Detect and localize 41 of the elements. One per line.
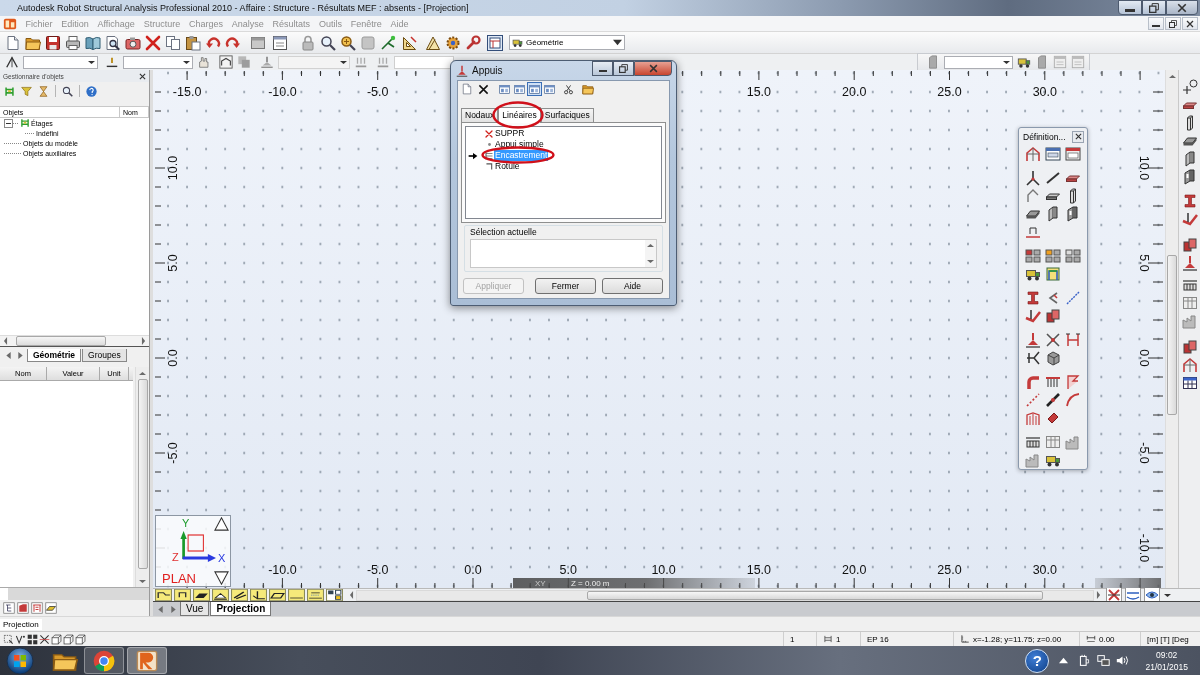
status-field: 1 (790, 634, 795, 644)
ruler-label: -5.0 (366, 85, 389, 99)
ruler-label: 15.0 (746, 85, 772, 99)
status-field: 0.00 (1099, 634, 1115, 644)
ruler-label: 30.0 (1032, 85, 1057, 99)
ruler-label: 25.0 (937, 563, 962, 577)
ruler-label: -15.0 (172, 85, 202, 99)
palette-title: Définition... (1023, 131, 1066, 142)
ruler-label: 30.0 (1032, 563, 1057, 577)
ruler-label: 10.0 (651, 563, 676, 577)
ruler-label: 5.0 (559, 563, 577, 577)
ruler-label: 0.0 (166, 349, 180, 367)
status-field: 1 (836, 634, 841, 644)
ruler-label: 5.0 (1137, 254, 1151, 272)
ruler-label: -10.0 (268, 85, 297, 99)
axis-label: Z (172, 552, 179, 563)
plane-label: XY (535, 578, 547, 588)
ruler-label: 20.0 (842, 563, 867, 577)
ruler-label: 5.0 (166, 254, 180, 272)
group-label: Sélection actuelle (470, 227, 538, 238)
ruler-label: 10.0 (166, 155, 180, 181)
view-plane-label: PLAN (162, 572, 196, 585)
status-field: [m] [T] [Deg (1147, 634, 1189, 644)
elevation-label: Z = 0.00 m (571, 578, 610, 588)
ruler-label: 10.0 (1137, 155, 1151, 181)
status-field: x=-1.28; y=11.75; z=0.00 (973, 634, 1062, 644)
ruler-label: 0.0 (1137, 349, 1151, 367)
axis-label: Y (182, 518, 190, 529)
ruler-label: 15.0 (746, 563, 772, 577)
ruler-label: -5.0 (1137, 442, 1151, 464)
ruler-label: -5.0 (366, 563, 389, 577)
ruler-label: -10.0 (1137, 533, 1151, 563)
status-text: Projection (0, 618, 42, 630)
ruler-label: 25.0 (937, 85, 962, 99)
ruler-label: -10.0 (268, 563, 297, 577)
ruler-label: -5.0 (166, 442, 180, 464)
axis-label: X (218, 553, 226, 564)
window-title: Autodesk Robot Structural Analysis Professional 2010 - Affaire : Structure - Résultats MEF : absents - [Projection] (17, 3, 469, 13)
status-field: EP 16 (867, 634, 889, 644)
ruler-label: 0.0 (464, 563, 482, 577)
ruler-label: 20.0 (842, 85, 867, 99)
